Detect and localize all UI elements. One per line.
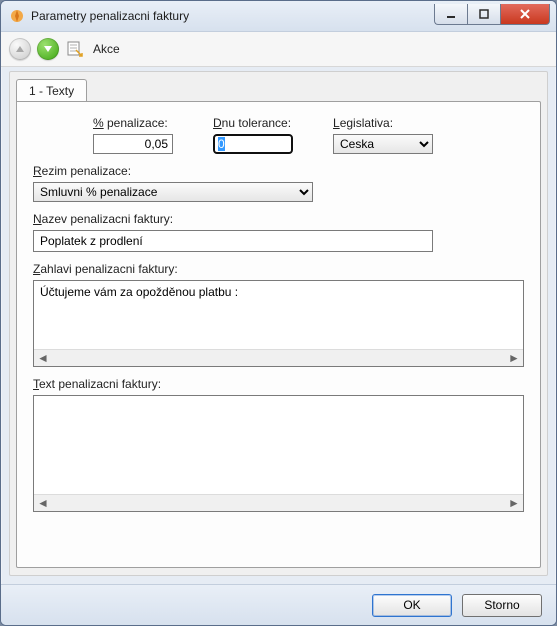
- scroll-left-icon: ◄: [36, 496, 50, 510]
- action-label[interactable]: Akce: [93, 42, 120, 56]
- invoice-text-box: ◄ ►: [33, 395, 524, 512]
- invoice-header-textarea[interactable]: Účtujeme vám za opožděnou platbu :: [34, 281, 523, 349]
- window-title: Parametry penalizacni faktury: [31, 9, 189, 23]
- legislation-label: Legislativa:: [333, 116, 433, 130]
- scroll-right-icon: ►: [507, 496, 521, 510]
- tab-page: % penalizace: Dnu tolerance: Legislativa…: [16, 101, 541, 568]
- titlebar[interactable]: Parametry penalizacni faktury: [1, 1, 556, 32]
- legislation-select[interactable]: Ceska: [333, 134, 433, 154]
- nav-down-button[interactable]: [37, 38, 59, 60]
- invoice-text-textarea[interactable]: [34, 396, 523, 494]
- invoice-header-label: Zahlavi penalizacni faktury:: [33, 262, 524, 276]
- pct-penalty-input[interactable]: [93, 134, 173, 154]
- invoice-text-hscroll[interactable]: ◄ ►: [34, 494, 523, 511]
- minimize-button[interactable]: [434, 4, 467, 25]
- days-tolerance-input[interactable]: [213, 134, 293, 154]
- penalty-mode-label: Rezim penalizace:: [33, 164, 524, 178]
- invoice-name-input[interactable]: [33, 230, 433, 252]
- pct-penalty-label: % penalizace:: [93, 116, 173, 130]
- penalty-mode-select[interactable]: Smluvni % penalizace: [33, 182, 313, 202]
- days-tolerance-label: Dnu tolerance:: [213, 116, 293, 130]
- tab-strip: 1 - Texty: [10, 76, 547, 102]
- invoice-header-hscroll[interactable]: ◄ ►: [34, 349, 523, 366]
- cancel-button[interactable]: Storno: [462, 594, 542, 617]
- nav-up-button[interactable]: [9, 38, 31, 60]
- toolbar: Akce: [1, 32, 556, 67]
- client-area: 1 - Texty % penalizace: Dnu tolerance: L…: [9, 71, 548, 576]
- invoice-text-label: Text penalizacni faktury:: [33, 377, 524, 391]
- ok-button[interactable]: OK: [372, 594, 452, 617]
- scroll-right-icon: ►: [507, 351, 521, 365]
- invoice-header-box: Účtujeme vám za opožděnou platbu : ◄ ►: [33, 280, 524, 367]
- tab-label: 1 - Texty: [29, 84, 74, 98]
- action-icon[interactable]: [65, 39, 85, 59]
- close-button[interactable]: [500, 4, 550, 25]
- tab-texty[interactable]: 1 - Texty: [16, 79, 87, 102]
- invoice-name-label: Nazev penalizacni faktury:: [33, 212, 524, 226]
- scroll-left-icon: ◄: [36, 351, 50, 365]
- window-buttons: [434, 4, 550, 25]
- dialog-footer: OK Storno: [1, 584, 556, 625]
- top-field-row: % penalizace: Dnu tolerance: Legislativa…: [33, 116, 524, 154]
- dialog-window: Parametry penalizacni faktury: [0, 0, 557, 626]
- app-icon: [9, 8, 25, 24]
- maximize-button[interactable]: [467, 4, 500, 25]
